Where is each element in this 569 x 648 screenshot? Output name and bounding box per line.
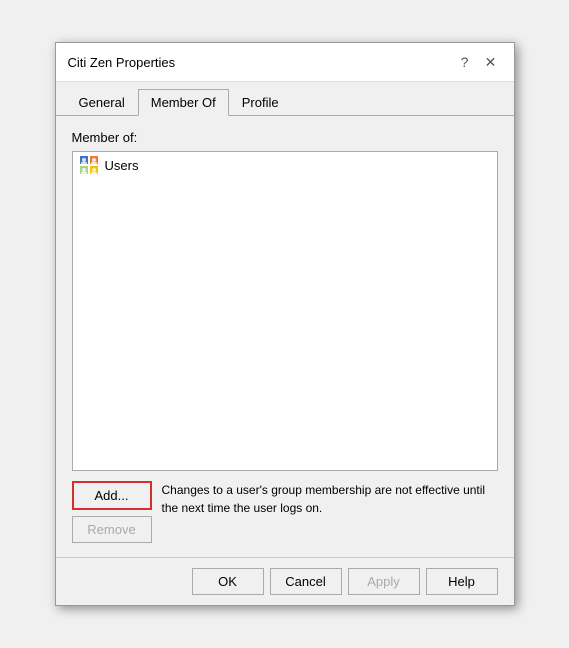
action-buttons-group: Add... Remove [72,481,152,543]
title-bar: Citi Zen Properties ? ✕ [56,43,514,82]
properties-dialog: Citi Zen Properties ? ✕ General Member O… [55,42,515,606]
footer-buttons: OK Cancel Apply Help [56,557,514,605]
ok-button[interactable]: OK [192,568,264,595]
tab-bar: General Member Of Profile [56,82,514,116]
member-of-label: Member of: [72,130,498,145]
tab-content: Member of: [56,116,514,557]
action-row: Add... Remove Changes to a user's group … [72,481,498,543]
help-button[interactable]: ? [454,51,476,73]
tab-member-of[interactable]: Member Of [138,89,229,116]
list-item-label: Users [105,158,139,173]
info-text: Changes to a user's group membership are… [162,481,498,517]
add-button[interactable]: Add... [72,481,152,510]
remove-button[interactable]: Remove [72,516,152,543]
list-item[interactable]: Users [73,152,497,178]
tab-general[interactable]: General [66,89,138,116]
tab-profile[interactable]: Profile [229,89,292,116]
title-bar-controls: ? ✕ [454,51,502,73]
dialog-title: Citi Zen Properties [68,55,176,70]
help-footer-button[interactable]: Help [426,568,498,595]
close-button[interactable]: ✕ [480,51,502,73]
cancel-button[interactable]: Cancel [270,568,342,595]
users-group-icon [79,155,99,175]
member-of-listbox[interactable]: Users [72,151,498,471]
apply-button[interactable]: Apply [348,568,420,595]
